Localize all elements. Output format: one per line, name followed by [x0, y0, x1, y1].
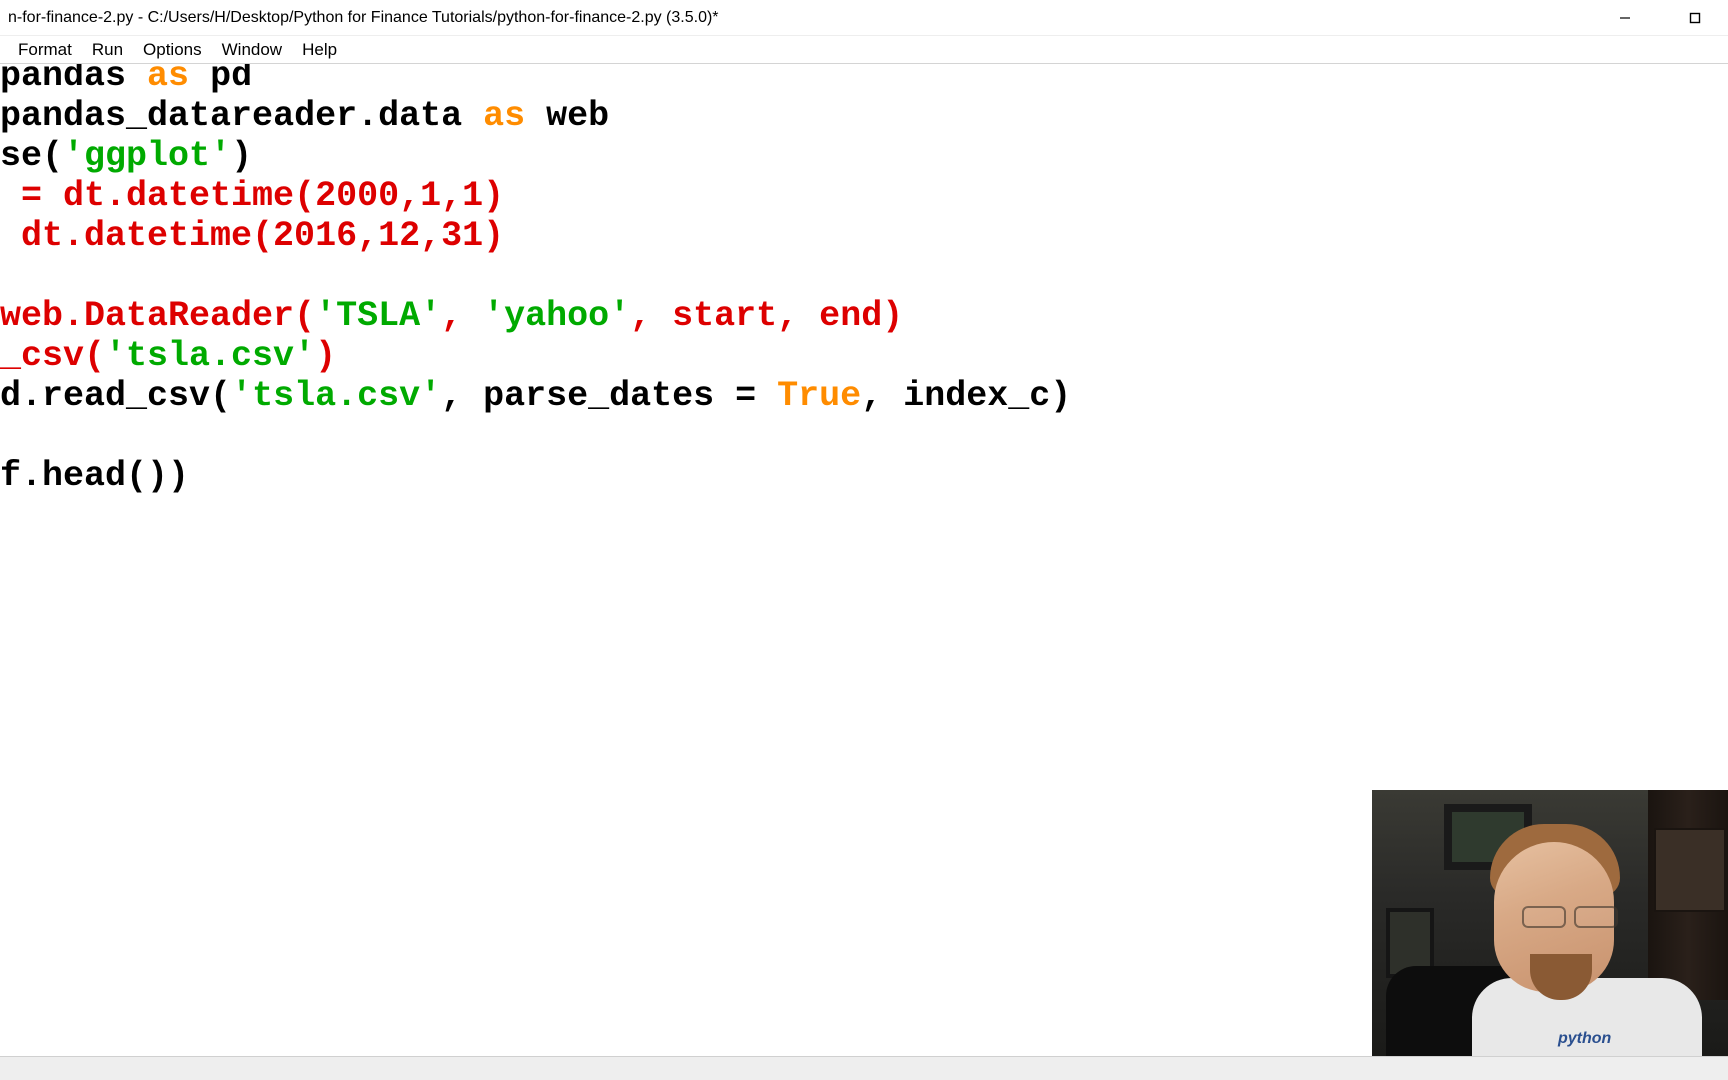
- title-bar: n-for-finance-2.py - C:/Users/H/Desktop/…: [0, 0, 1728, 36]
- t: 'ggplot': [63, 136, 231, 176]
- t: 'yahoo': [483, 296, 630, 336]
- window-controls: [1602, 3, 1722, 33]
- t: web: [525, 96, 609, 136]
- menu-run[interactable]: Run: [82, 38, 133, 62]
- t: as: [147, 64, 189, 96]
- t: = pd.read_csv(: [0, 376, 231, 416]
- t: tart = dt.datetime(2000,1,1): [0, 176, 504, 216]
- webcam-shirt-logo: python: [1558, 1030, 1611, 1048]
- t: ,: [441, 296, 483, 336]
- minimize-button[interactable]: [1602, 3, 1648, 33]
- t: , parse_dates =: [441, 376, 777, 416]
- t: ): [231, 136, 252, 176]
- menu-help[interactable]: Help: [292, 38, 347, 62]
- menu-window[interactable]: Window: [212, 38, 292, 62]
- t: 'tsla.csv': [231, 376, 441, 416]
- maximize-button[interactable]: [1672, 3, 1718, 33]
- t: True: [777, 376, 861, 416]
- t: 'TSLA': [315, 296, 441, 336]
- t: pandas: [0, 64, 147, 96]
- t: nd = dt.datetime(2016,12,31): [0, 216, 504, 256]
- webcam-glasses: [1522, 906, 1632, 926]
- menu-bar: Format Run Options Window Help: [0, 36, 1728, 64]
- t: pd: [189, 64, 252, 96]
- t: pandas_datareader.data: [0, 96, 483, 136]
- t: f = web.DataReader(: [0, 296, 315, 336]
- t: nt(df.head()): [0, 456, 189, 496]
- t: , start, end): [630, 296, 903, 336]
- webcam-shelf: [1648, 790, 1728, 1000]
- t: f.to_csv(: [0, 336, 105, 376]
- t: , index_c): [861, 376, 1071, 416]
- menu-format[interactable]: Format: [8, 38, 82, 62]
- code-content: ort pandas as pd ort pandas_datareader.d…: [0, 64, 1071, 496]
- t: 'tsla.csv': [105, 336, 315, 376]
- menu-options[interactable]: Options: [133, 38, 212, 62]
- status-bar: [0, 1056, 1728, 1080]
- t: ): [315, 336, 336, 376]
- t: as: [483, 96, 525, 136]
- t: le.use(: [0, 136, 63, 176]
- webcam-overlay: python: [1372, 790, 1728, 1056]
- window-title: n-for-finance-2.py - C:/Users/H/Desktop/…: [8, 9, 719, 27]
